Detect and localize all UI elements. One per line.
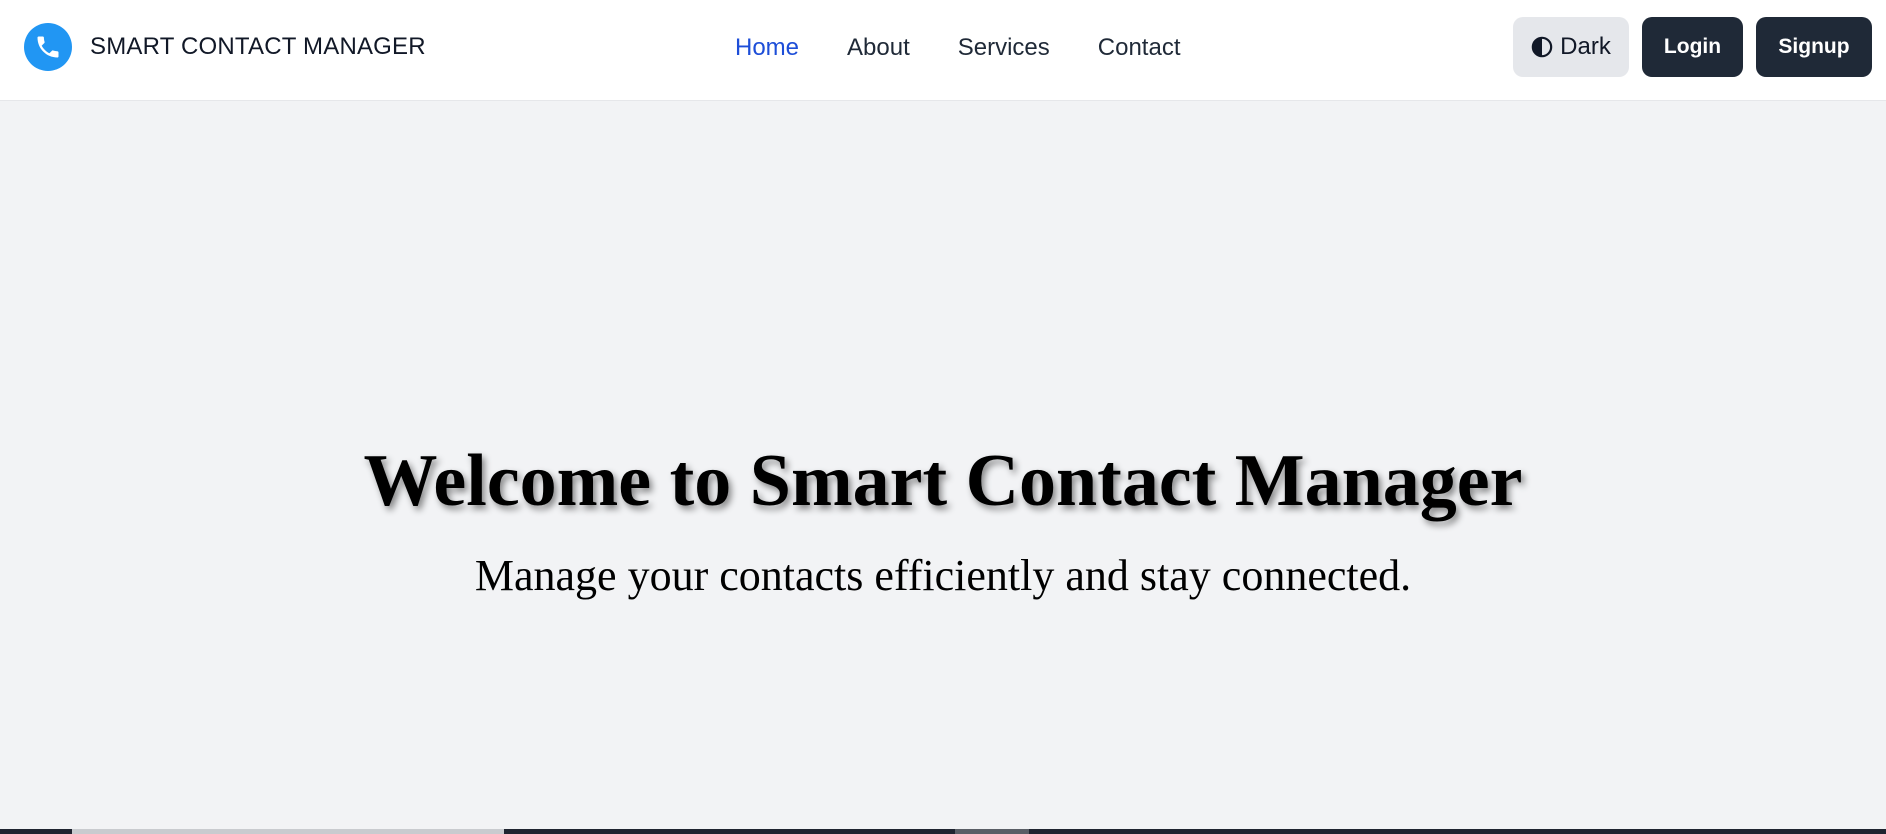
header-actions: Dark Login Signup — [1513, 17, 1872, 77]
navbar: SMART CONTACT MANAGER Home About Service… — [0, 0, 1886, 101]
bottom-strip-segment — [955, 829, 1029, 834]
nav-link-about[interactable]: About — [847, 34, 910, 62]
hero-title: Welcome to Smart Contact Manager — [363, 440, 1523, 522]
nav-link-services[interactable]: Services — [958, 34, 1050, 62]
theme-toggle-label: Dark — [1560, 33, 1611, 60]
main-nav: Home About Services Contact — [735, 30, 1181, 66]
phone-icon — [24, 23, 72, 71]
login-button[interactable]: Login — [1642, 17, 1743, 77]
theme-toggle-button[interactable]: Dark — [1513, 17, 1629, 77]
hero-subtitle: Manage your contacts efficiently and sta… — [474, 551, 1412, 600]
bottom-strip-segment — [72, 829, 504, 834]
bottom-edge-strip — [0, 829, 1886, 834]
contrast-icon — [1531, 36, 1553, 58]
hero-section: Welcome to Smart Contact Manager Manage … — [0, 101, 1886, 829]
brand[interactable]: SMART CONTACT MANAGER — [24, 23, 426, 71]
brand-name: SMART CONTACT MANAGER — [90, 33, 426, 60]
signup-button[interactable]: Signup — [1756, 17, 1872, 77]
nav-link-home[interactable]: Home — [735, 34, 799, 62]
nav-link-contact[interactable]: Contact — [1098, 34, 1181, 62]
